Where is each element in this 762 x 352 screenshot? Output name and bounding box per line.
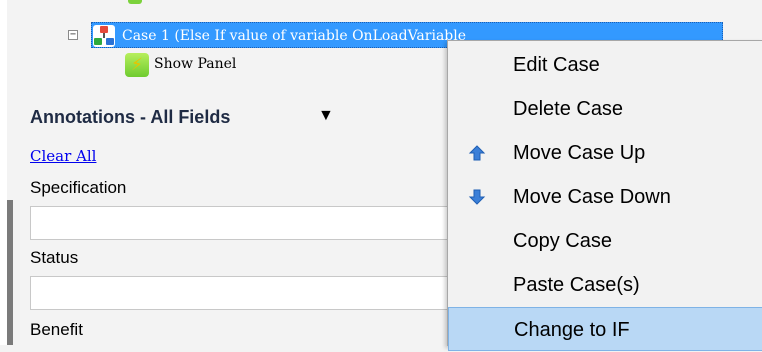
menu-item-label: Move Case Down	[513, 186, 671, 208]
menu-item-paste-cases[interactable]: Paste Case(s)	[448, 263, 762, 307]
specification-field[interactable]	[30, 206, 490, 240]
status-field[interactable]	[30, 276, 490, 310]
menu-item-copy-case[interactable]: Copy Case	[448, 219, 762, 263]
menu-item-label: Change to IF	[514, 319, 630, 341]
menu-item-label: Delete Case	[513, 98, 624, 120]
arrow-up-icon	[468, 145, 486, 161]
clear-all-link[interactable]: Clear All	[30, 147, 96, 165]
action-label[interactable]: Show Panel	[154, 56, 236, 72]
lightning-icon: ⚡	[125, 53, 149, 77]
field-label-benefit: Benefit	[30, 320, 83, 339]
menu-item-edit-case[interactable]: Edit Case	[448, 43, 762, 87]
field-label-status: Status	[30, 248, 79, 267]
context-menu: Edit Case Delete Case Move Case Up Move …	[447, 40, 762, 351]
menu-item-delete-case[interactable]: Delete Case	[448, 87, 762, 131]
arrow-down-icon	[468, 189, 486, 205]
tree-node-icon-partial	[128, 0, 142, 4]
menu-item-label: Move Case Up	[513, 142, 646, 164]
field-label-specification: Specification	[30, 178, 127, 197]
menu-item-label: Edit Case	[513, 54, 600, 76]
menu-item-change-to-if[interactable]: Change to IF	[448, 307, 762, 351]
case-tree-icon	[93, 25, 115, 47]
case-label[interactable]: Case 1 (Else If value of variable OnLoad…	[122, 25, 466, 47]
menu-item-move-case-up[interactable]: Move Case Up	[448, 131, 762, 175]
dropdown-caret-icon[interactable]: ▼	[318, 107, 334, 125]
annotations-title[interactable]: Annotations - All Fields	[30, 107, 230, 128]
menu-item-label: Copy Case	[513, 230, 612, 252]
menu-item-move-case-down[interactable]: Move Case Down	[448, 175, 762, 219]
menu-item-label: Paste Case(s)	[513, 274, 640, 296]
collapse-toggle-icon[interactable]: −	[68, 30, 78, 40]
left-edge	[0, 0, 7, 345]
